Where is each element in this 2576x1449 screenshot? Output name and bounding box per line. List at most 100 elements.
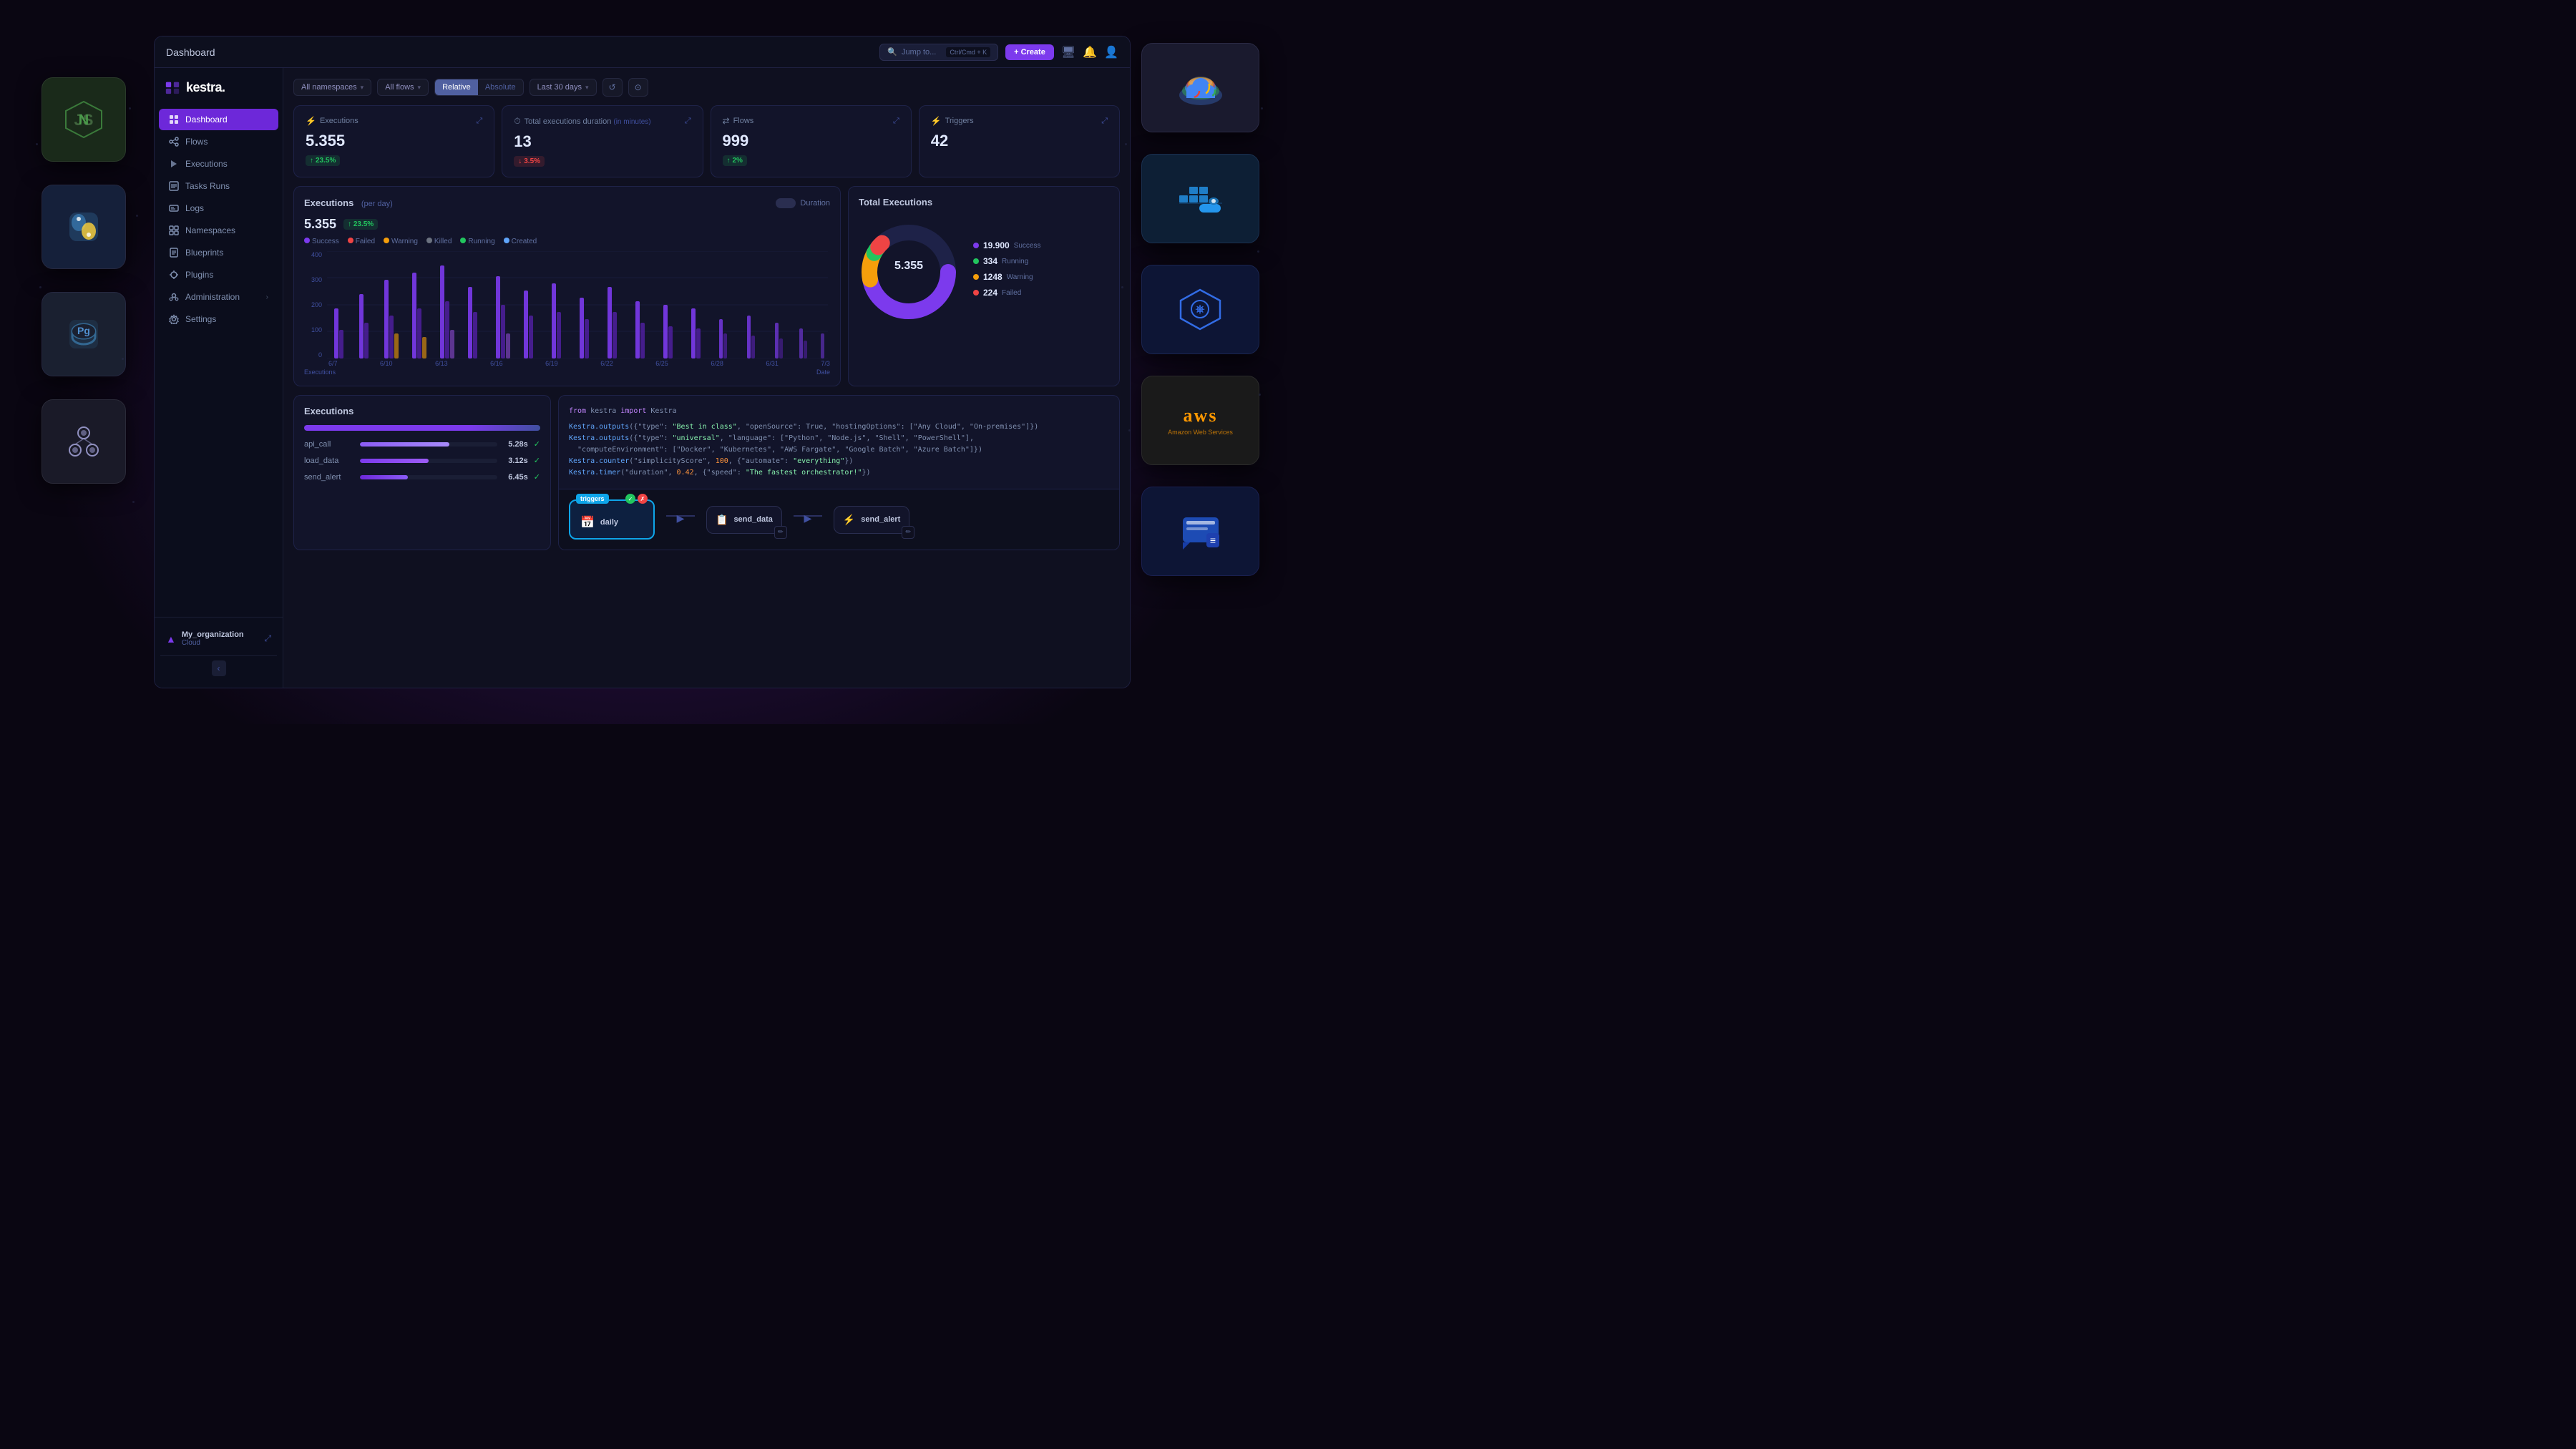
sidebar-item-label: Logs	[185, 203, 204, 213]
flows-filter[interactable]: All flows ▾	[377, 79, 429, 96]
failed-count: 224	[983, 288, 997, 298]
sidebar-item-logs[interactable]: Logs	[159, 197, 278, 219]
trigger-content: 📅 daily	[580, 515, 643, 530]
triggers-value: 42	[931, 132, 1108, 150]
dashboard-icon	[169, 114, 179, 125]
aws-subtitle: Amazon Web Services	[1168, 429, 1233, 436]
search-shortcut: Ctrl/Cmd + K	[946, 47, 990, 57]
warning-label: Warning	[1007, 273, 1033, 281]
trigger-badge: triggers	[576, 494, 609, 504]
x-label: 6/28	[711, 360, 723, 367]
legend-running: Running	[460, 238, 494, 245]
exec-item-load-bar	[360, 459, 429, 463]
exec-item-api-name: api_call	[304, 440, 354, 449]
blueprints-icon	[169, 248, 179, 258]
dot	[129, 107, 131, 109]
sidebar-item-label: Plugins	[185, 270, 213, 280]
main-content: All namespaces ▾ All flows ▾ Relative Ab…	[283, 68, 1130, 688]
plugins-icon	[169, 270, 179, 280]
export-icon[interactable]: ⤢	[893, 117, 899, 126]
total-executions-title: Total Executions	[859, 197, 932, 208]
executions-label: Executions	[320, 117, 358, 125]
app-body: kestra. Dashboard Flows Executions Tas	[155, 68, 1130, 688]
exec-total-bar-container: api_call 5.28s ✓ load_data	[304, 425, 540, 482]
user-icon: 👤	[1104, 45, 1118, 59]
duration-toggle-switch[interactable]	[776, 198, 796, 208]
task-edit-icon[interactable]: ✏	[774, 526, 787, 539]
send-data-node[interactable]: 📋 send_data ✏	[706, 506, 782, 534]
check-success: ✓	[625, 494, 635, 504]
check-fail: ✗	[638, 494, 648, 504]
donut-chart-svg: 5.355	[859, 222, 959, 322]
namespace-filter[interactable]: All namespaces ▾	[293, 79, 371, 96]
sidebar-item-namespaces[interactable]: Namespaces	[159, 220, 278, 241]
namespaces-icon	[169, 225, 179, 235]
duration-toggle[interactable]: Duration	[776, 198, 830, 208]
chart-legend: Success Failed Warning Killed Running Cr…	[304, 238, 830, 245]
x-label: 6/13	[435, 360, 448, 367]
k8s-icon: ⎈	[1177, 286, 1224, 333]
trigger-node[interactable]: triggers ✓ ✗ 📅 daily	[569, 499, 655, 540]
stat-label: ⇄ Flows	[723, 116, 754, 126]
search-bar[interactable]: 🔍 Jump to... Ctrl/Cmd + K	[879, 44, 998, 61]
sidebar-item-administration[interactable]: Administration ›	[159, 286, 278, 308]
legend-running-item: 334 Running	[973, 256, 1109, 266]
exec-total-bar	[304, 425, 540, 431]
export-icon[interactable]: ⤢	[1101, 117, 1108, 126]
exec-item-load: load_data 3.12s ✓	[304, 456, 540, 465]
y-axis-labels: 400 300 200 100 0	[304, 251, 830, 358]
nodejs-icon: JS N	[62, 98, 105, 141]
exec-item-send-time: 6.45s	[503, 473, 528, 482]
search-placeholder: Jump to...	[902, 48, 936, 57]
chart-title-area: Executions (per day)	[304, 197, 393, 210]
success-label: Success	[1014, 242, 1041, 250]
flows-badge: ↑ 2%	[723, 155, 747, 166]
sidebar-item-settings[interactable]: Settings	[159, 308, 278, 330]
x-label: 6/7	[328, 360, 338, 367]
executions-axis-label: Executions	[304, 369, 336, 376]
docker-icon	[1176, 181, 1226, 217]
sidebar-bottom: ▲ My_organization Cloud ⤢ ‹	[155, 617, 283, 688]
triggers-label: Triggers	[945, 117, 974, 125]
sidebar-item-plugins[interactable]: Plugins	[159, 264, 278, 286]
absolute-toggle-button[interactable]: Absolute	[478, 79, 523, 95]
sidebar-item-label: Administration	[185, 292, 240, 302]
chart-subtitle: (per day)	[361, 200, 393, 208]
refresh-button[interactable]: ↺	[602, 78, 623, 97]
organization-item[interactable]: ▲ My_organization Cloud ⤢	[160, 625, 277, 653]
sidebar-item-dashboard[interactable]: Dashboard	[159, 109, 278, 130]
sidebar-item-label: Flows	[185, 137, 208, 147]
task-edit-icon-2[interactable]: ✏	[902, 526, 914, 539]
date-range-filter[interactable]: Last 30 days ▾	[530, 79, 597, 96]
chart-value-row: 5.355 ↑ 23.5%	[304, 217, 830, 232]
sidebar-item-tasks[interactable]: Tasks Runs	[159, 175, 278, 197]
create-button[interactable]: + Create	[1005, 44, 1054, 60]
settings-filter-button[interactable]: ⊙	[628, 78, 648, 97]
sidebar-item-label: Settings	[185, 314, 216, 324]
stat-header: ⚡ Triggers ⤢	[931, 116, 1108, 126]
sidebar-collapse-button[interactable]: ‹	[212, 660, 226, 676]
float-card-pgadmin: Pg	[42, 292, 126, 376]
exec-item-api-check: ✓	[534, 439, 540, 449]
duration-stat-icon: ⏱	[514, 116, 520, 127]
svg-text:5.355: 5.355	[894, 260, 923, 272]
bar-chart-svg	[325, 251, 830, 358]
sidebar-item-executions[interactable]: Executions	[159, 153, 278, 175]
calendar-icon: 📅	[580, 515, 595, 530]
send-alert-node[interactable]: ⚡ send_alert ✏	[834, 506, 909, 534]
gcloud-icon	[1176, 68, 1226, 107]
executions-list-card: Executions api_call 5.28s ✓ load_d	[293, 395, 551, 550]
y-label-100: 100	[304, 326, 322, 333]
sidebar-item-flows[interactable]: Flows	[159, 131, 278, 152]
trigger-checks: ✓ ✗	[625, 494, 648, 504]
relative-toggle-button[interactable]: Relative	[435, 79, 478, 95]
export-icon[interactable]: ⤢	[685, 117, 691, 126]
flows-stat-icon: ⇄	[723, 116, 730, 126]
stat-header: ⚡ Executions ⤢	[306, 116, 482, 126]
kestra-logo-icon	[165, 79, 180, 95]
exec-item-load-bar-wrap	[360, 459, 497, 463]
export-icon[interactable]: ⤢	[476, 117, 482, 126]
sidebar-item-blueprints[interactable]: Blueprints	[159, 242, 278, 263]
flows-value: 999	[723, 132, 899, 150]
date-range-label: Last 30 days	[537, 83, 582, 92]
